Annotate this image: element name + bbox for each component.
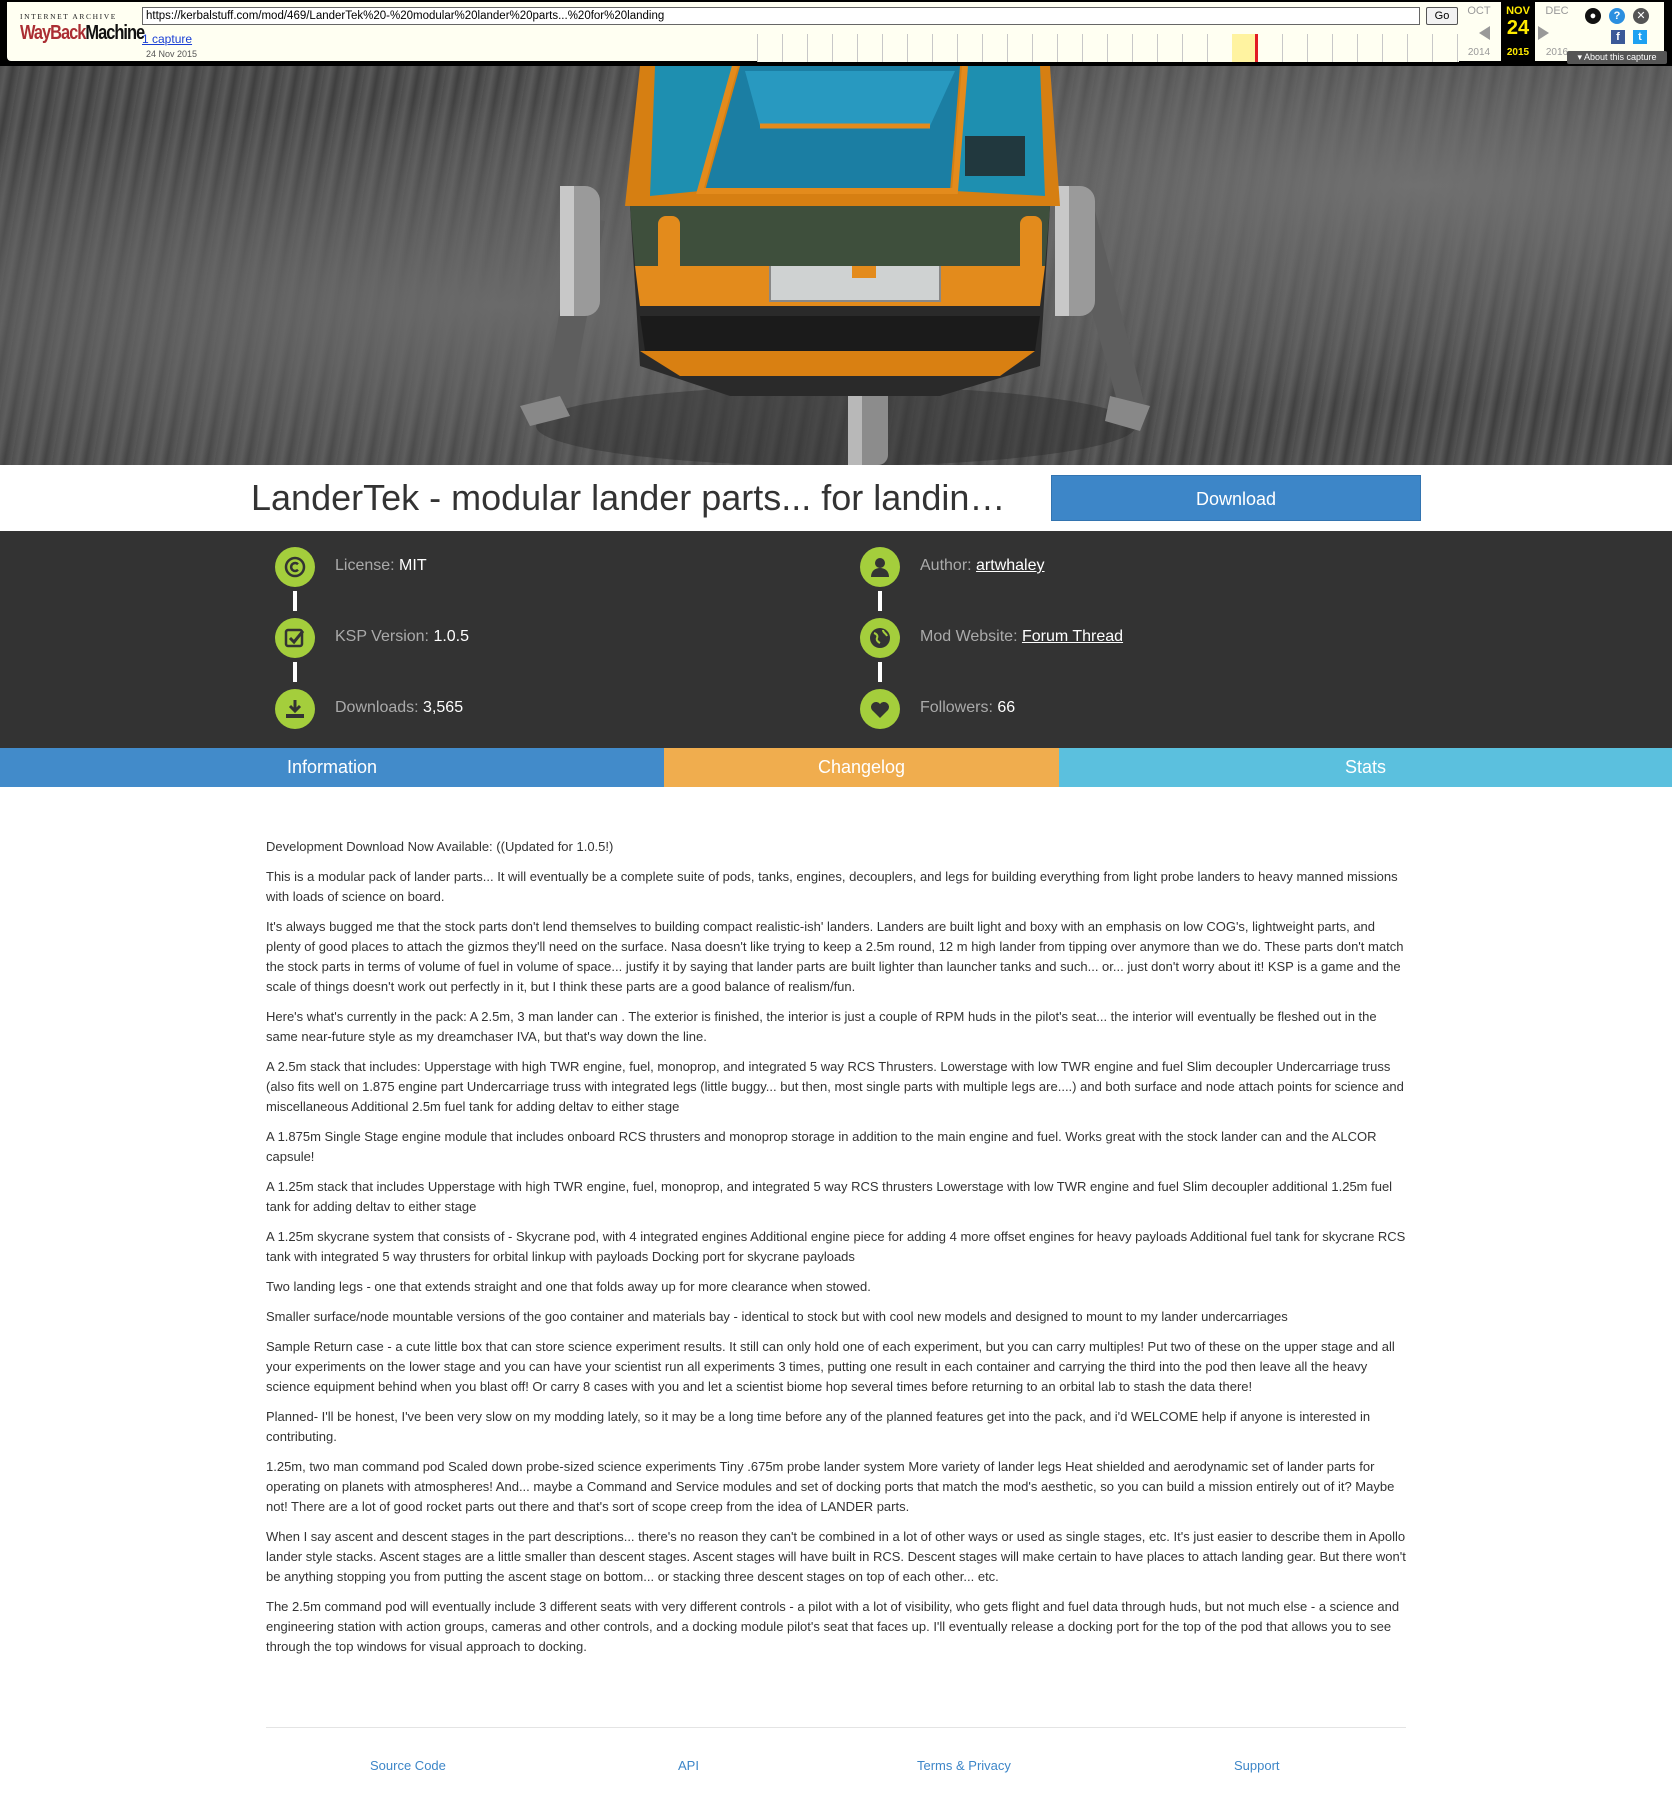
tab-information[interactable]: Information <box>0 748 664 787</box>
description-paragraph: The 2.5m command pod will eventually inc… <box>266 1599 1400 1654</box>
mod-info-panel: License: MIT KSP Version: 1.0.5 Download… <box>0 531 1672 748</box>
followers-item: Followers: 66 <box>860 689 1280 733</box>
downloads-item: Downloads: 3,565 <box>275 689 695 733</box>
wayback-url-input[interactable]: https://kerbalstuff.com/mod/469/LanderTe… <box>142 7 1420 25</box>
month-current: NOV 24 2015 <box>1501 2 1535 62</box>
description-paragraph: Smaller surface/node mountable versions … <box>266 1309 1288 1324</box>
description-paragraph: This is a modular pack of lander parts..… <box>266 869 1398 904</box>
footer-source-code-link[interactable]: Source Code <box>370 1758 446 1773</box>
mod-header: LanderTek - modular lander parts... for … <box>0 465 1672 531</box>
hero-image <box>0 66 1672 465</box>
wayback-logo[interactable]: INTERNET ARCHIVE WayBackMachine <box>20 12 145 52</box>
license-item: License: MIT <box>275 547 695 591</box>
connector-line <box>878 591 882 611</box>
twitter-icon[interactable]: t <box>1633 30 1647 44</box>
author-item: Author: artwhaley <box>860 547 1280 591</box>
about-capture-button[interactable]: ▾ About this capture <box>1567 51 1667 64</box>
description-paragraph: Sample Return case - a cute little box t… <box>266 1339 1395 1394</box>
footer-api-link[interactable]: API <box>678 1758 699 1773</box>
website-item: Mod Website: Forum Thread <box>860 618 1280 662</box>
description-paragraph: A 2.5m stack that includes: Upperstage w… <box>266 1059 1404 1114</box>
description-paragraph: Two landing legs - one that extends stra… <box>266 1279 871 1294</box>
account-icon[interactable]: ● <box>1585 8 1601 24</box>
description-paragraph: It's always bugged me that the stock par… <box>266 919 1404 994</box>
description-paragraph: A 1.875m Single Stage engine module that… <box>266 1129 1377 1164</box>
description-paragraph: A 1.25m skycrane system that consists of… <box>266 1229 1406 1264</box>
sparkline-grid <box>757 34 1459 62</box>
checkbox-icon <box>275 618 315 658</box>
wayback-go-button[interactable]: Go <box>1426 7 1458 25</box>
close-icon[interactable]: ✕ <box>1633 8 1649 24</box>
mod-title: LanderTek - modular lander parts... for … <box>251 477 1006 518</box>
heart-icon[interactable] <box>860 689 900 729</box>
followers-value: 66 <box>997 699 1016 716</box>
description-paragraph: A 1.25m stack that includes Upperstage w… <box>266 1179 1393 1214</box>
facebook-icon[interactable]: f <box>1611 30 1625 44</box>
mod-tabs: Information Changelog Stats <box>0 748 1672 787</box>
help-icon[interactable]: ? <box>1609 8 1625 24</box>
description-paragraph: Planned- I'll be honest, I've been very … <box>266 1409 1371 1444</box>
description-paragraph: Here's what's currently in the pack: A 2… <box>266 1009 1377 1044</box>
license-value: MIT <box>399 557 427 574</box>
downloads-text: Downloads: 3,565 <box>335 699 464 716</box>
author-text: Author: artwhaley <box>920 557 1045 574</box>
description-paragraph: Development Download Now Available: ((Up… <box>266 839 614 854</box>
connector-line <box>293 662 297 682</box>
author-link[interactable]: artwhaley <box>976 557 1044 574</box>
website-text: Mod Website: Forum Thread <box>920 628 1124 645</box>
ksp-version-text: KSP Version: 1.0.5 <box>335 628 470 645</box>
wayback-captures-link[interactable]: 1 capture <box>142 32 192 46</box>
copyright-icon <box>275 547 315 587</box>
ksp-version-item: KSP Version: 1.0.5 <box>275 618 695 662</box>
sparkline-current-year <box>1232 34 1255 62</box>
footer-support-link[interactable]: Support <box>1234 1758 1280 1773</box>
footer-terms-link[interactable]: Terms & Privacy <box>917 1758 1011 1773</box>
globe-icon <box>860 618 900 658</box>
lander-illustration <box>520 66 1150 465</box>
description-paragraph: When I say ascent and descent stages in … <box>266 1529 1406 1584</box>
footer-divider <box>266 1727 1406 1728</box>
connector-line <box>878 662 882 682</box>
prev-capture-arrow-icon[interactable] <box>1479 26 1490 40</box>
next-capture-arrow-icon[interactable] <box>1538 26 1549 40</box>
download-button[interactable]: Download <box>1051 475 1421 521</box>
license-text: License: MIT <box>335 557 427 574</box>
downloads-value: 3,565 <box>423 699 464 716</box>
wayback-capture-date: 24 Nov 2015 <box>146 49 198 59</box>
tab-stats[interactable]: Stats <box>1059 748 1672 787</box>
sparkline-capture-mark[interactable] <box>1255 34 1258 62</box>
wayback-logo-top: INTERNET ARCHIVE <box>20 12 117 21</box>
connector-line <box>293 591 297 611</box>
wayback-sparkline[interactable] <box>757 34 1459 62</box>
ksp-version-value: 1.0.5 <box>433 628 470 645</box>
tab-changelog[interactable]: Changelog <box>664 748 1059 787</box>
description-paragraph: 1.25m, two man command pod Scaled down p… <box>266 1459 1395 1514</box>
mod-description: Development Download Now Available: ((Up… <box>266 837 1406 1667</box>
user-icon <box>860 547 900 587</box>
wayback-toolbar-panel: INTERNET ARCHIVE WayBackMachine https://… <box>7 2 1667 64</box>
footer: Source Code API Terms & Privacy Support <box>266 1758 1406 1778</box>
forum-thread-link[interactable]: Forum Thread <box>1022 628 1123 645</box>
wayback-logo-text: WayBackMachine <box>20 22 145 44</box>
followers-text: Followers: 66 <box>920 699 1016 716</box>
wayback-toolbar: INTERNET ARCHIVE WayBackMachine https://… <box>0 0 1672 66</box>
download-icon <box>275 689 315 729</box>
